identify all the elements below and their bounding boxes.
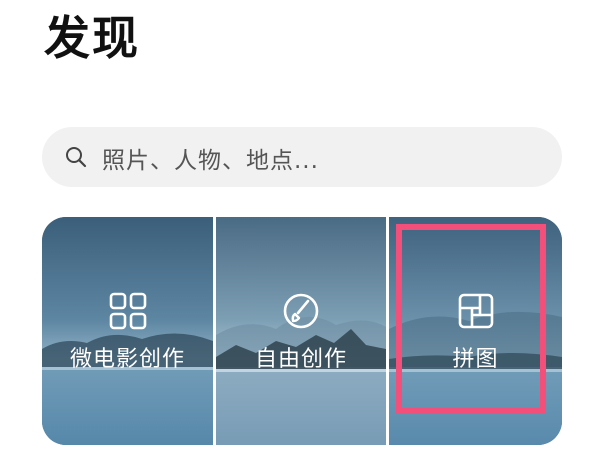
search-placeholder: 照片、人物、地点...	[102, 148, 319, 174]
brush-icon	[283, 293, 319, 329]
card-label: 微电影创作	[69, 347, 185, 372]
lake-background-image	[216, 217, 386, 445]
discover-page: 发现 照片、人物、地点... 微电影创作 自由创作 拼图	[0, 0, 604, 476]
card-movie-creation[interactable]: 微电影创作	[42, 217, 213, 445]
search-icon	[66, 147, 87, 168]
page-title: 发现	[44, 11, 140, 65]
card-free-creation[interactable]: 自由创作	[216, 217, 386, 445]
grid-icon	[109, 292, 146, 330]
search-bar[interactable]: 照片、人物、地点...	[42, 127, 562, 187]
highlight-box	[396, 224, 546, 414]
card-label: 自由创作	[254, 347, 347, 372]
lake-background-image	[42, 217, 213, 445]
